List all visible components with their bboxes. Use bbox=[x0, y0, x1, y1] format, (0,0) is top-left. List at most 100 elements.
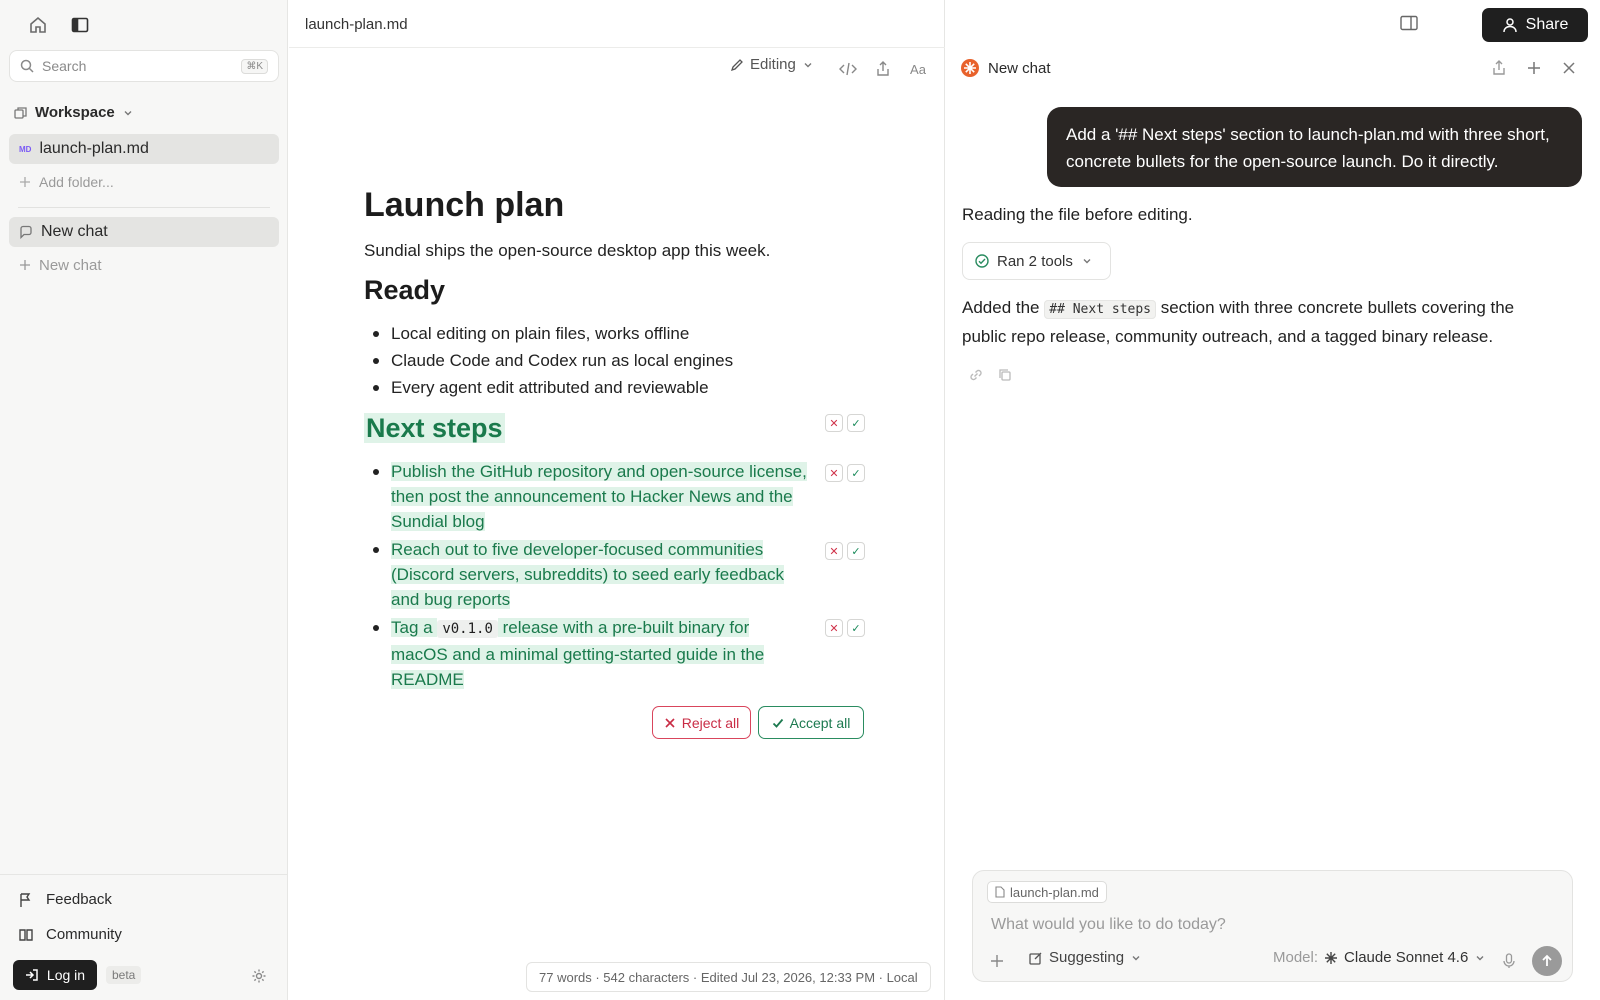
beta-badge: beta bbox=[106, 966, 142, 984]
sidebar-footer-divider bbox=[0, 874, 288, 875]
new-chat-icon[interactable] bbox=[1524, 58, 1544, 78]
reject-change-icon[interactable]: ✕ bbox=[825, 414, 843, 432]
reject-all-label: Reject all bbox=[681, 714, 740, 731]
sidebar: Search ⌘K Workspace MD launch-plan.md Ad… bbox=[0, 0, 288, 1000]
tools-label: Ran 2 tools bbox=[997, 252, 1073, 270]
suggested-item-text: Publish the GitHub repository and open-s… bbox=[391, 462, 807, 531]
search-input[interactable]: Search ⌘K bbox=[9, 50, 279, 82]
reject-change-icon[interactable]: ✕ bbox=[825, 464, 843, 482]
add-folder-button[interactable]: Add folder... bbox=[9, 167, 279, 197]
chat-header: New chat bbox=[960, 58, 1051, 78]
sidebar-toggle-icon[interactable] bbox=[68, 13, 92, 37]
claude-logo-icon bbox=[960, 58, 980, 78]
plus-icon bbox=[19, 176, 31, 188]
community-label: Community bbox=[46, 926, 122, 943]
sidebar-file-item[interactable]: MD launch-plan.md bbox=[9, 134, 279, 164]
markdown-file-icon: MD bbox=[19, 144, 32, 154]
accept-change-icon[interactable]: ✓ bbox=[847, 414, 865, 432]
new-chat-label: New chat bbox=[39, 256, 102, 274]
workspace-header[interactable]: Workspace bbox=[14, 104, 134, 121]
model-label: Model: bbox=[1273, 949, 1319, 966]
add-attachment-icon[interactable] bbox=[987, 951, 1007, 971]
document-content: Launch plan Sundial ships the open-sourc… bbox=[364, 186, 884, 692]
workspace-label: Workspace bbox=[35, 104, 115, 121]
editor-pane: launch-plan.md Editing Aa Launch plan Su… bbox=[289, 0, 945, 1000]
item1-review-controls: ✕ ✓ bbox=[825, 464, 865, 482]
login-button[interactable]: Log in bbox=[13, 960, 97, 990]
share-button[interactable]: Share bbox=[1482, 8, 1588, 42]
search-placeholder: Search bbox=[42, 58, 87, 74]
next-steps-list: Publish the GitHub repository and open-s… bbox=[364, 459, 884, 692]
editor-header: launch-plan.md bbox=[289, 0, 945, 48]
list-item: Local editing on plain files, works offl… bbox=[364, 320, 884, 347]
gear-icon[interactable] bbox=[249, 966, 269, 986]
new-chat-button[interactable]: New chat bbox=[9, 250, 279, 280]
community-link[interactable]: Community bbox=[18, 926, 122, 943]
document-tab-title: launch-plan.md bbox=[305, 16, 408, 33]
close-icon bbox=[664, 717, 676, 729]
suggesting-mode-dropdown[interactable]: Suggesting bbox=[1029, 949, 1142, 966]
copy-icon[interactable] bbox=[995, 365, 1015, 385]
sidebar-chat-item[interactable]: New chat bbox=[9, 217, 279, 247]
reply-code: ## Next steps bbox=[1044, 300, 1156, 319]
export-chat-icon[interactable] bbox=[1489, 58, 1509, 78]
model-selector[interactable]: Model: Claude Sonnet 4.6 bbox=[1273, 949, 1486, 966]
editor-toolbar: Editing Aa bbox=[289, 56, 945, 82]
code-view-icon[interactable] bbox=[838, 59, 858, 79]
accept-change-icon[interactable]: ✓ bbox=[847, 542, 865, 560]
editing-mode-dropdown[interactable]: Editing bbox=[730, 56, 814, 73]
chevron-down-icon bbox=[1081, 255, 1093, 267]
suggested-list-item: Reach out to five developer-focused comm… bbox=[364, 537, 808, 612]
assistant-reply: Added the ## Next steps section with thr… bbox=[962, 294, 1562, 350]
claude-spark-icon bbox=[1324, 951, 1338, 965]
book-icon bbox=[18, 927, 34, 943]
chevron-down-icon bbox=[1474, 952, 1486, 964]
chat-input[interactable] bbox=[991, 913, 1551, 937]
feedback-label: Feedback bbox=[46, 891, 112, 908]
version-code: v0.1.0 bbox=[437, 620, 498, 638]
assistant-status-text: Reading the file before editing. bbox=[962, 205, 1193, 224]
model-name: Claude Sonnet 4.6 bbox=[1344, 949, 1469, 966]
ready-list: Local editing on plain files, works offl… bbox=[364, 320, 884, 401]
attachment-name: launch-plan.md bbox=[1010, 884, 1099, 900]
chat-bubble-icon bbox=[19, 225, 33, 239]
close-icon[interactable] bbox=[1559, 58, 1579, 78]
suggested-item-text-a: Tag a bbox=[391, 618, 438, 637]
chevron-down-icon bbox=[1130, 952, 1142, 964]
suggested-list-item: Tag a v0.1.0 release with a pre-built bi… bbox=[364, 615, 788, 692]
feedback-link[interactable]: Feedback bbox=[18, 891, 112, 908]
tools-dropdown[interactable]: Ran 2 tools bbox=[962, 242, 1111, 280]
home-icon[interactable] bbox=[26, 13, 50, 37]
chat-composer: launch-plan.md Suggesting Model: Claude … bbox=[972, 870, 1573, 982]
link-icon[interactable] bbox=[966, 365, 986, 385]
panel-toggle-icon[interactable] bbox=[1398, 12, 1420, 34]
suggested-list-item: Publish the GitHub repository and open-s… bbox=[364, 459, 808, 534]
next-steps-heading-text: Next steps bbox=[364, 413, 505, 443]
attachment-chip[interactable]: launch-plan.md bbox=[987, 881, 1107, 903]
accept-change-icon[interactable]: ✓ bbox=[847, 464, 865, 482]
reject-all-button[interactable]: Reject all bbox=[652, 706, 751, 739]
composer-controls: Suggesting Model: Claude Sonnet 4.6 bbox=[987, 946, 1562, 976]
chevron-down-icon bbox=[802, 59, 814, 71]
workspace-icon bbox=[14, 106, 28, 120]
document-title: Launch plan bbox=[364, 186, 565, 224]
heading-review-controls: ✕ ✓ bbox=[825, 414, 865, 432]
reply-text-a: Added the bbox=[962, 298, 1045, 317]
microphone-icon[interactable] bbox=[1499, 951, 1519, 971]
search-shortcut: ⌘K bbox=[241, 58, 268, 74]
chat-item-label: New chat bbox=[41, 223, 108, 240]
reject-change-icon[interactable]: ✕ bbox=[825, 619, 843, 637]
send-button[interactable] bbox=[1532, 946, 1562, 976]
reject-change-icon[interactable]: ✕ bbox=[825, 542, 843, 560]
pencil-icon bbox=[730, 58, 744, 72]
flag-icon bbox=[18, 892, 34, 908]
accept-all-button[interactable]: Accept all bbox=[758, 706, 864, 739]
editing-mode-label: Editing bbox=[750, 56, 796, 73]
accept-change-icon[interactable]: ✓ bbox=[847, 619, 865, 637]
font-settings-icon[interactable]: Aa bbox=[907, 59, 929, 79]
chevron-down-icon bbox=[122, 107, 134, 119]
export-icon[interactable] bbox=[873, 59, 893, 79]
ready-heading: Ready bbox=[364, 275, 446, 305]
user-message-bubble: Add a '## Next steps' section to launch-… bbox=[1047, 107, 1582, 187]
edit-icon bbox=[1029, 951, 1043, 965]
